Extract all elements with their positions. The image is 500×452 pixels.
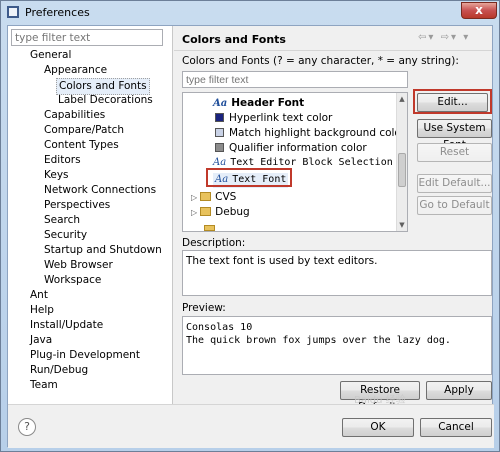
edit-default-button[interactable]: Edit Default... (417, 174, 492, 193)
preferences-window: Preferences x General Appearance Colors … (0, 0, 500, 452)
watermark: Baidu 经验 (354, 395, 406, 406)
forward-arrow-icon[interactable]: ⇨▾ (441, 32, 458, 43)
list-item-match-highlight-color[interactable]: Match highlight background color (215, 126, 405, 141)
preference-page: Colors and Fonts ⇦▾ ⇨▾ ▾ Colors and Font… (174, 26, 492, 413)
preview-line: The quick brown fox jumps over the lazy … (186, 335, 451, 346)
tree-item-label-decorations[interactable]: Label Decorations (58, 93, 153, 108)
list-item-header-font[interactable]: Aa Header Font (213, 96, 304, 111)
tree-item-content-types[interactable]: Content Types (44, 138, 119, 153)
tree-item-general[interactable]: General (30, 48, 71, 63)
tree-item-startup-and-shutdown[interactable]: Startup and Shutdown (44, 243, 162, 258)
scroll-down-icon[interactable]: ▼ (397, 220, 407, 230)
tree-item-plug-in-development[interactable]: Plug-in Development (30, 348, 140, 363)
scroll-up-icon[interactable]: ▲ (397, 94, 407, 104)
color-swatch-icon (215, 113, 224, 122)
tree-item-team[interactable]: Team (30, 378, 58, 393)
color-swatch-icon (215, 128, 224, 137)
apply-button[interactable]: Apply (426, 381, 492, 400)
tree-item-network-connections[interactable]: Network Connections (44, 183, 156, 198)
description-label: Description: (182, 237, 246, 249)
font-icon: Aa (213, 157, 227, 168)
text-font-highlight (206, 168, 292, 187)
preferences-tree: General Appearance Colors and Fonts Labe… (8, 26, 173, 404)
list-item-cvs[interactable]: ▷ CVS (191, 190, 236, 205)
folder-icon (200, 192, 212, 201)
cancel-button[interactable]: Cancel (420, 418, 492, 437)
list-item-debug[interactable]: ▷ Debug (191, 205, 250, 220)
tree-item-search[interactable]: Search (44, 213, 80, 228)
list-item-hyperlink-color[interactable]: Hyperlink text color (215, 111, 332, 126)
font-icon: Aa (213, 98, 228, 109)
description-box: The text font is used by text editors. (182, 250, 492, 296)
preview-box: Consolas 10 The quick brown fox jumps ov… (182, 316, 492, 375)
tree-filter-input[interactable] (11, 29, 163, 46)
scrollbar-thumb[interactable] (398, 153, 406, 187)
help-icon[interactable]: ? (18, 418, 36, 436)
tree-item-help[interactable]: Help (30, 303, 54, 318)
folder-icon (204, 225, 215, 231)
tree-item-compare-patch[interactable]: Compare/Patch (44, 123, 124, 138)
window-title: Preferences (25, 6, 90, 19)
filter-hint: Colors and Fonts (? = any character, * =… (182, 55, 459, 67)
tree-item-java[interactable]: Java (30, 333, 52, 348)
dialog-client: General Appearance Colors and Fonts Labe… (7, 25, 494, 448)
tree-item-capabilities[interactable]: Capabilities (44, 108, 105, 123)
preview-label: Preview: (182, 302, 226, 314)
list-item-partial (204, 220, 215, 231)
go-to-default-button[interactable]: Go to Default (417, 196, 492, 215)
close-button[interactable]: x (461, 2, 497, 19)
window-icon (7, 6, 19, 18)
tree-item-keys[interactable]: Keys (44, 168, 69, 183)
folder-icon (200, 207, 212, 216)
tree-item-web-browser[interactable]: Web Browser (44, 258, 113, 273)
expand-arrow-icon[interactable]: ▷ (191, 193, 197, 202)
use-system-font-button[interactable]: Use System Font (417, 119, 492, 151)
view-menu-icon[interactable]: ▾ (463, 32, 470, 43)
tree-item-security[interactable]: Security (44, 228, 87, 243)
reset-button[interactable]: Reset (417, 143, 492, 162)
tree-item-appearance[interactable]: Appearance (44, 63, 107, 78)
preview-line: Consolas 10 (186, 322, 253, 333)
edit-button[interactable]: Edit... (417, 93, 488, 112)
expand-arrow-icon[interactable]: ▷ (191, 208, 197, 217)
title-bar: Preferences x (1, 1, 499, 25)
history-nav[interactable]: ⇦▾ ⇨▾ ▾ (418, 32, 470, 43)
description-text: The text font is used by text editors. (186, 255, 378, 267)
colors-filter-input[interactable] (182, 71, 408, 88)
tree-item-workspace[interactable]: Workspace (44, 273, 101, 288)
list-item-qualifier-color[interactable]: Qualifier information color (215, 141, 367, 156)
tree-item-run-debug[interactable]: Run/Debug (30, 363, 88, 378)
colors-fonts-tree: Aa Header Font Hyperlink text color Match… (182, 92, 408, 232)
tree-item-install-update[interactable]: Install/Update (30, 318, 103, 333)
tree-item-editors[interactable]: Editors (44, 153, 81, 168)
color-swatch-icon (215, 143, 224, 152)
tree-item-ant[interactable]: Ant (30, 288, 48, 303)
list-scrollbar[interactable]: ▲ ▼ (396, 93, 407, 231)
back-arrow-icon[interactable]: ⇦▾ (418, 32, 435, 43)
page-title: Colors and Fonts (182, 33, 286, 46)
title-separator (174, 50, 492, 51)
button-bar: ? OK Cancel (8, 404, 494, 448)
ok-button[interactable]: OK (342, 418, 414, 437)
tree-item-perspectives[interactable]: Perspectives (44, 198, 110, 213)
